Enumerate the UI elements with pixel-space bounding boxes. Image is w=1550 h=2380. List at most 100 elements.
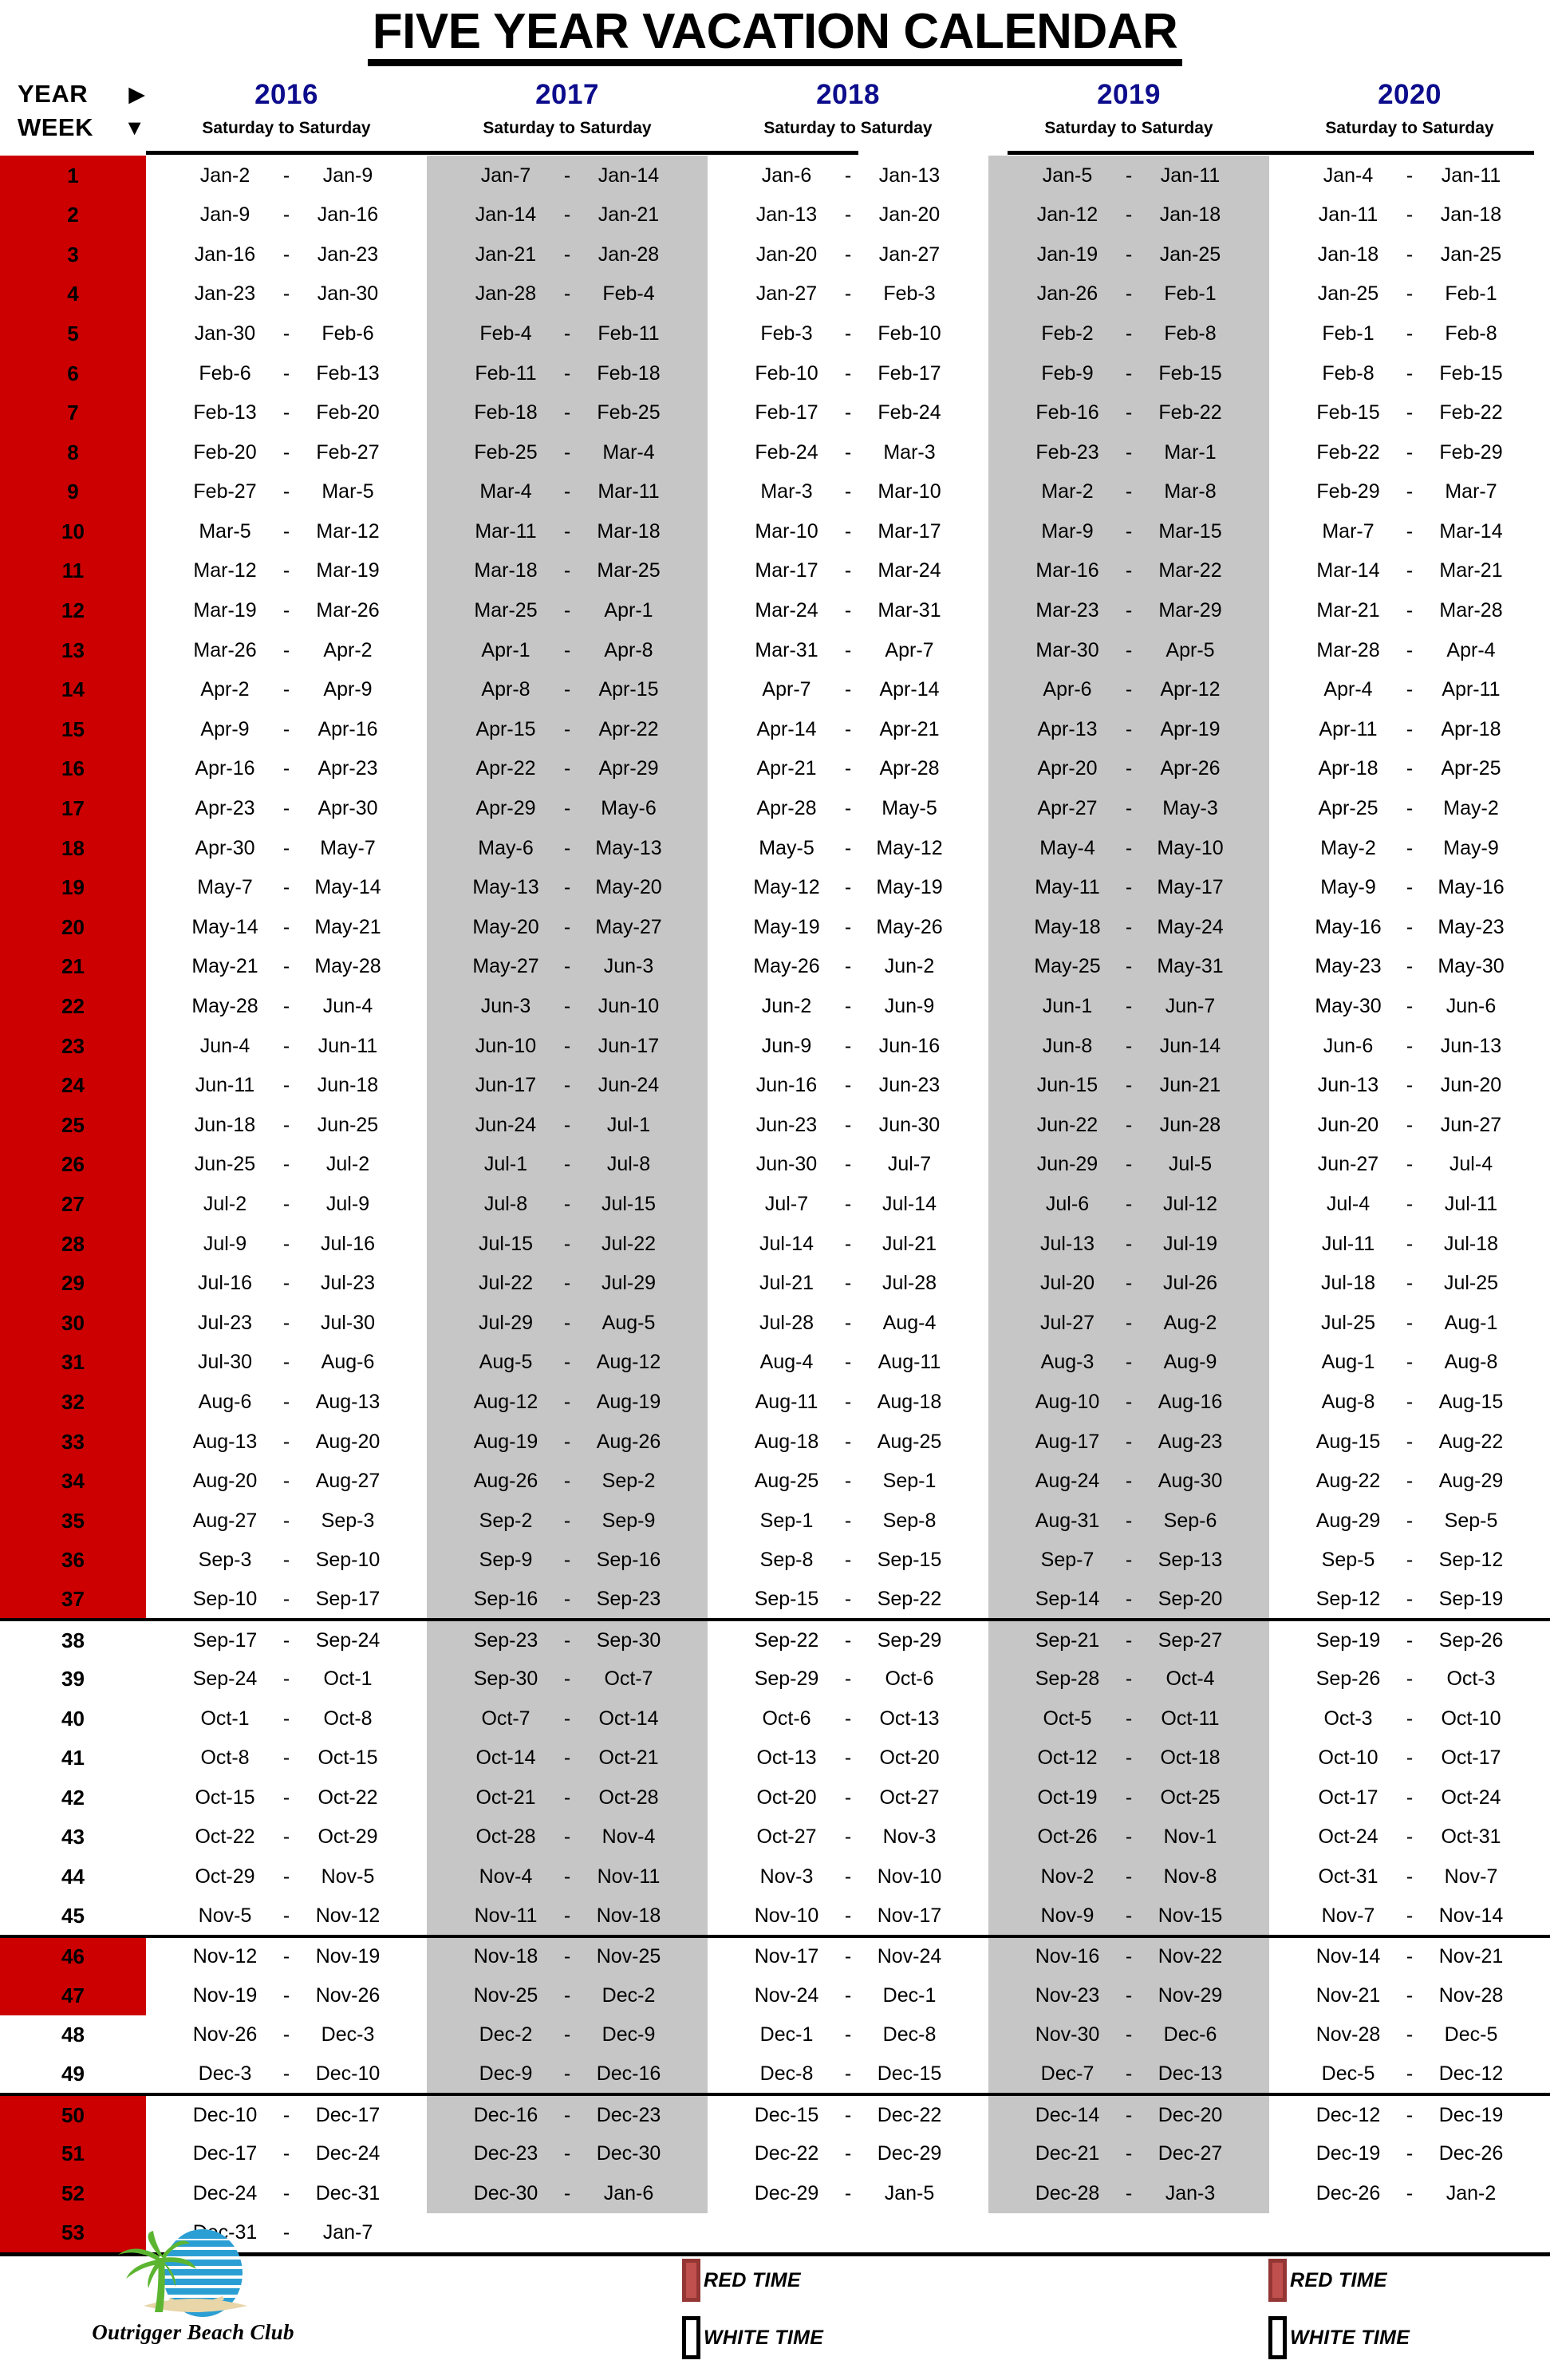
- week-range-cell-2019[interactable]: Nov-2 - Nov-8: [988, 1857, 1269, 1897]
- week-number-cell[interactable]: 35: [0, 1501, 146, 1541]
- week-range-cell-2019[interactable]: Apr-13 - Apr-19: [988, 709, 1269, 750]
- week-range-cell-2019[interactable]: Apr-27 - May-3: [988, 788, 1269, 829]
- week-number-cell[interactable]: 1: [0, 156, 146, 195]
- week-range-cell-2018[interactable]: Sep-22 - Sep-29: [708, 1620, 988, 1660]
- week-range-cell-2017[interactable]: May-6 - May-13: [427, 828, 708, 868]
- week-range-cell-2016[interactable]: Jun-25 - Jul-2: [146, 1145, 427, 1185]
- week-number-cell[interactable]: 17: [0, 788, 146, 829]
- week-number-cell[interactable]: 47: [0, 1975, 146, 2016]
- week-range-cell-2018[interactable]: Oct-27 - Nov-3: [708, 1818, 988, 1857]
- week-range-cell-2020[interactable]: May-23 - May-30: [1269, 947, 1550, 987]
- week-range-cell-2019[interactable]: Aug-10 - Aug-16: [988, 1382, 1269, 1423]
- week-range-cell-2019[interactable]: Aug-24 - Aug-30: [988, 1461, 1269, 1502]
- week-number-cell[interactable]: 3: [0, 235, 146, 275]
- week-range-cell-2018[interactable]: Oct-6 - Oct-13: [708, 1699, 988, 1739]
- week-range-cell-2016[interactable]: Nov-19- Nov-26: [146, 1975, 427, 2016]
- week-number-cell[interactable]: 11: [0, 551, 146, 591]
- week-range-cell-2018[interactable]: Nov-3 - Nov-10: [708, 1857, 988, 1897]
- week-range-cell-2018[interactable]: May-5 - May-12: [708, 828, 988, 868]
- week-range-cell-2016[interactable]: Jul-23 - Jul-30: [146, 1303, 427, 1344]
- week-range-cell-2018[interactable]: Sep-1 - Sep-8: [708, 1501, 988, 1541]
- week-range-cell-2018[interactable]: Feb-17 - Feb-24: [708, 393, 988, 433]
- week-number-cell[interactable]: 21: [0, 947, 146, 987]
- week-number-cell[interactable]: 14: [0, 669, 146, 710]
- week-range-cell-2016[interactable]: Apr-16 - Apr-23: [146, 749, 427, 789]
- week-range-cell-2017[interactable]: Apr-1 - Apr-8: [427, 630, 708, 670]
- week-range-cell-2019[interactable]: May-11 - May-17: [988, 867, 1269, 908]
- week-range-cell-2016[interactable]: Jan-30 - Feb-6: [146, 314, 427, 354]
- week-range-cell-2018[interactable]: Nov-24 - Dec-1: [708, 1975, 988, 2016]
- week-range-cell-2020[interactable]: Mar-21 - Mar-28: [1269, 590, 1550, 631]
- week-range-cell-2017[interactable]: Nov-4 - Nov-11: [427, 1857, 708, 1897]
- week-range-cell-2019[interactable]: Mar-30 - Apr-5: [988, 630, 1269, 670]
- week-range-cell-2020[interactable]: Jul-11 - Jul-18: [1269, 1224, 1550, 1264]
- week-number-cell[interactable]: 44: [0, 1857, 146, 1897]
- week-number-cell[interactable]: 43: [0, 1818, 146, 1857]
- week-number-cell[interactable]: 49: [0, 2054, 146, 2097]
- week-range-cell-2020[interactable]: Mar-7 - Mar-14: [1269, 511, 1550, 552]
- week-range-cell-2019[interactable]: Sep-21 - Sep-27: [988, 1620, 1269, 1660]
- week-range-cell-2020[interactable]: Feb-1 - Feb-8: [1269, 314, 1550, 354]
- week-number-cell[interactable]: 48: [0, 2015, 146, 2055]
- week-range-cell-2019[interactable]: Jul-6 - Jul-12: [988, 1184, 1269, 1225]
- week-range-cell-2019[interactable]: Aug-31 - Sep-6: [988, 1501, 1269, 1541]
- week-range-cell-2020[interactable]: May-2 - May-9: [1269, 828, 1550, 868]
- week-range-cell-2018[interactable]: May-26 - Jun-2: [708, 947, 988, 987]
- week-range-cell-2016[interactable]: Jun-18 - Jun-25: [146, 1105, 427, 1146]
- week-range-cell-2020[interactable]: Feb-8 - Feb-15: [1269, 353, 1550, 393]
- week-number-cell[interactable]: 25: [0, 1105, 146, 1146]
- week-range-cell-2019[interactable]: Jun-8 - Jun-14: [988, 1026, 1269, 1066]
- week-range-cell-2016[interactable]: Dec-3 - Dec-10: [146, 2054, 427, 2097]
- week-range-cell-2018[interactable]: Feb-10 - Feb-17: [708, 353, 988, 393]
- week-range-cell-2019[interactable]: Oct-19 - Oct-25: [988, 1778, 1269, 1818]
- week-number-cell[interactable]: 19: [0, 867, 146, 908]
- week-range-cell-2017[interactable]: Jan-21 - Jan-28: [427, 235, 708, 275]
- week-range-cell-2016[interactable]: Oct-1 - Oct-8: [146, 1699, 427, 1739]
- week-range-cell-2018[interactable]: Mar-31 - Apr-7: [708, 630, 988, 670]
- week-range-cell-2017[interactable]: Dec-23 - Dec-30: [427, 2133, 708, 2174]
- week-range-cell-2019[interactable]: Jun-29 - Jul-5: [988, 1145, 1269, 1185]
- week-range-cell-2020[interactable]: Jun-20 - Jun-27: [1269, 1105, 1550, 1146]
- week-range-cell-2016[interactable]: Oct-22 - Oct-29: [146, 1818, 427, 1857]
- week-range-cell-2020[interactable]: Dec-26 - Jan-2: [1269, 2173, 1550, 2214]
- week-range-cell-2016[interactable]: Feb-6 - Feb-13: [146, 353, 427, 393]
- week-range-cell-2017[interactable]: Jul-8 - Jul-15: [427, 1184, 708, 1225]
- week-range-cell-2020[interactable]: Feb-15 - Feb-22: [1269, 393, 1550, 433]
- week-range-cell-2018[interactable]: Jun-30 - Jul-7: [708, 1145, 988, 1185]
- week-range-cell-2019[interactable]: May-4 - May-10: [988, 828, 1269, 868]
- week-range-cell-2020[interactable]: Aug-29 - Sep-5: [1269, 1501, 1550, 1541]
- week-range-cell-2017[interactable]: Dec-2 - Dec-9: [427, 2015, 708, 2055]
- week-range-cell-2017[interactable]: Jun-24 - Jul-1: [427, 1105, 708, 1146]
- week-range-cell-2019[interactable]: Jul-27 - Aug-2: [988, 1303, 1269, 1344]
- week-range-cell-2017[interactable]: Jul-22 - Jul-29: [427, 1263, 708, 1304]
- week-range-cell-2020[interactable]: Oct-24 - Oct-31: [1269, 1818, 1550, 1857]
- week-range-cell-2017[interactable]: Aug-12 - Aug-19: [427, 1382, 708, 1423]
- week-range-cell-2016[interactable]: Aug-27 - Sep-3: [146, 1501, 427, 1541]
- week-range-cell-2017[interactable]: May-13 - May-20: [427, 867, 708, 908]
- week-range-cell-2019[interactable]: Feb-16 - Feb-22: [988, 393, 1269, 433]
- week-number-cell[interactable]: 20: [0, 907, 146, 948]
- week-range-cell-2020[interactable]: Sep-26 - Oct-3: [1269, 1659, 1550, 1699]
- week-range-cell-2020[interactable]: Aug-15 - Aug-22: [1269, 1422, 1550, 1462]
- week-range-cell-2016[interactable]: Jul-9 - Jul-16: [146, 1224, 427, 1264]
- week-range-cell-2018[interactable]: Sep-29 - Oct-6: [708, 1659, 988, 1699]
- week-range-cell-2016[interactable]: May-14 - May-21: [146, 907, 427, 948]
- week-range-cell-2020[interactable]: Dec-19 - Dec-26: [1269, 2133, 1550, 2174]
- week-range-cell-2016[interactable]: Aug-6 - Aug-13: [146, 1382, 427, 1423]
- week-range-cell-2020[interactable]: Aug-22 - Aug-29: [1269, 1461, 1550, 1502]
- week-number-cell[interactable]: 40: [0, 1699, 146, 1739]
- week-range-cell-2016[interactable]: Feb-27 - Mar-5: [146, 472, 427, 512]
- week-range-cell-2017[interactable]: Jan-14 - Jan-21: [427, 195, 708, 235]
- week-range-cell-2020[interactable]: Oct-17 - Oct-24: [1269, 1778, 1550, 1818]
- week-number-cell[interactable]: 16: [0, 749, 146, 789]
- week-range-cell-2017[interactable]: Feb-18 - Feb-25: [427, 393, 708, 433]
- week-range-cell-2018[interactable]: Dec-22 - Dec-29: [708, 2133, 988, 2174]
- week-range-cell-2016[interactable]: Jan-23 - Jan-30: [146, 274, 427, 314]
- week-range-cell-2016[interactable]: Feb-20 - Feb-27: [146, 432, 427, 472]
- week-range-cell-2016[interactable]: Dec-10 - Dec-17: [146, 2094, 427, 2134]
- week-range-cell-2017[interactable]: Jun-17 - Jun-24: [427, 1065, 708, 1106]
- week-range-cell-2016[interactable]: Nov-26 - Dec-3: [146, 2015, 427, 2055]
- week-range-cell-2019[interactable]: Aug-17 - Aug-23: [988, 1422, 1269, 1462]
- week-range-cell-2019[interactable]: Oct-5 - Oct-11: [988, 1699, 1269, 1739]
- week-range-cell-2020[interactable]: Jan-18 - Jan-25: [1269, 235, 1550, 275]
